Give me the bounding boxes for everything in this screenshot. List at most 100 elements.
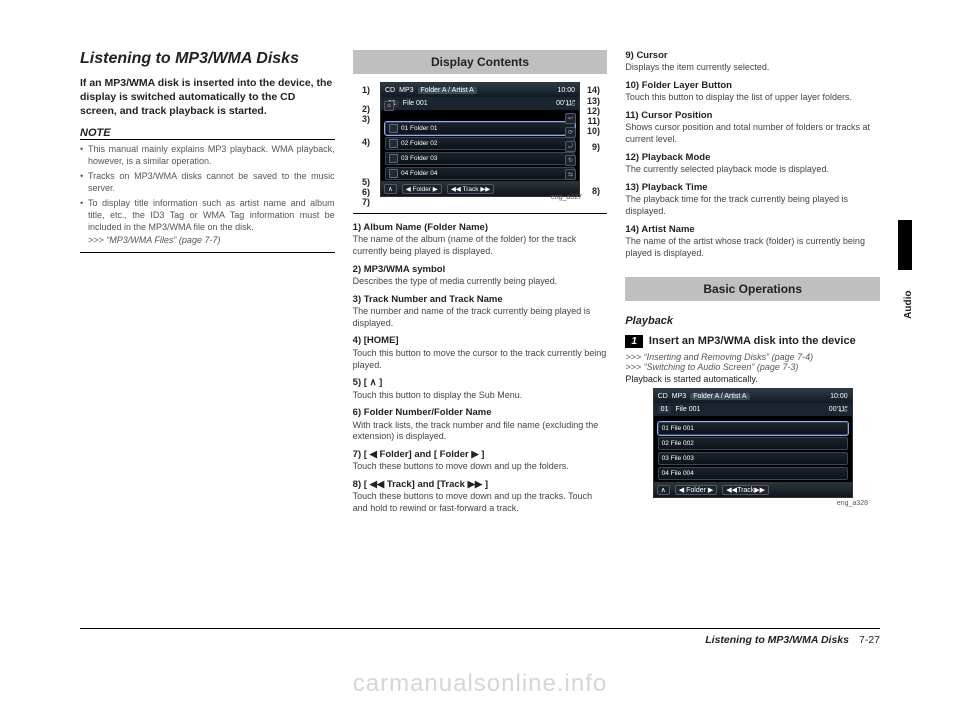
folder-nav-button[interactable]: ◀ Folder ▶ [675,485,718,495]
row-label: Folder 01 [410,125,437,132]
def-body: The number and name of the track current… [353,306,608,329]
submenu-button[interactable]: ∧ [657,485,670,495]
list-item[interactable]: 02 Folder 02 [385,137,575,150]
ref-link: >>> “Inserting and Removing Disks” (page… [625,352,880,362]
def-item: 1) Album Name (Folder Name)The name of t… [353,222,608,258]
def-num: 7) [353,449,361,460]
def-body: Touch these buttons to move down and up … [353,491,608,514]
def-item: 12) Playback ModeThe currently selected … [625,152,880,176]
step-text: Insert an MP3/WMA disk into the device [649,335,856,347]
track-number: 01 [658,406,672,413]
device-screen: CD MP3 Folder A / Artist A 10:00 01 File… [380,82,580,197]
def-num: 14) [625,224,639,235]
control-bar: ∧ ◀ Folder ▶ ◀◀Track▶▶ [654,482,852,497]
folder-nav-button[interactable]: ◀ Folder ▶ [402,184,442,194]
callout-right: 8) [592,186,600,196]
album-text: Folder A [693,393,719,400]
folder-icon [389,169,398,178]
list-item[interactable]: 04 File 004 [658,467,848,480]
track-nav-button[interactable]: ◀◀ Track ▶▶ [447,184,495,194]
def-num: 13) [625,182,639,193]
folder-icon [389,154,398,163]
list-item[interactable]: 02 File 002 [658,437,848,450]
def-item: 7) [ ◀ Folder] and [ Folder ▶ ]Touch the… [353,449,608,473]
note-label: NOTE [80,127,335,140]
callout-right: 10) [587,126,600,136]
folder-icon [389,139,398,148]
mode-button[interactable]: ⇆ [565,169,576,180]
note-ref: >>> “MP3/WMA Files” (page 7-7) [88,235,220,245]
callout-right: 12) [587,106,600,116]
column-3: 9) CursorDisplays the item currently sel… [625,50,880,650]
note-list: This manual mainly explains MP3 playback… [80,143,335,249]
def-body: The name of the artist whose track (fold… [625,236,880,259]
track-nav-button[interactable]: ◀◀Track▶▶ [722,485,769,495]
def-title: Folder Number/Folder Name [364,407,492,418]
def-title: [ ∧ ] [364,377,383,388]
artist-text: Artist A [724,393,746,400]
row-label: Folder 02 [410,140,437,147]
album-text: Folder A [421,87,447,94]
mp3-symbol: MP3 [399,87,413,94]
cursor-position: 1/5 [566,101,575,108]
note-item-text: To display title information such as art… [88,198,335,232]
mode-button[interactable]: ⟳ [565,127,576,138]
def-item: 3) Track Number and Track NameThe number… [353,294,608,330]
def-num: 3) [353,294,361,305]
def-num: 9) [625,50,633,61]
figure-caption: eng_a327 [551,194,582,201]
home-button[interactable]: ⌂ [384,101,394,111]
def-title: Cursor [636,50,667,61]
page-content: Listening to MP3/WMA Disks If an MP3/WMA… [80,50,880,650]
def-item: 11) Cursor PositionShows cursor position… [625,110,880,146]
column-1: Listening to MP3/WMA Disks If an MP3/WMA… [80,50,335,650]
def-title: Artist Name [641,224,694,235]
callout-right: 11) [587,116,600,126]
def-body: The currently selected playback mode is … [625,164,880,176]
mode-button[interactable]: ⤾ [565,141,576,152]
now-playing-bar: 01 File 001 00'11" [381,97,579,110]
list-item[interactable]: 04 Folder 04 [385,167,575,180]
footer-rule [80,628,880,629]
def-num: 5) [353,377,361,388]
def-item: 10) Folder Layer ButtonTouch this button… [625,80,880,104]
list-item[interactable]: 01 Folder 01 [385,122,575,135]
list-item[interactable]: 03 File 003 [658,452,848,465]
row-num: 01 [401,125,408,132]
callout-left: 7) [362,197,370,207]
def-body: Describes the type of media currently be… [353,276,608,288]
list-item[interactable]: 03 Folder 03 [385,152,575,165]
def-body: Shows cursor position and total number o… [625,122,880,145]
list-item[interactable]: 01 File 001 [658,422,848,435]
def-body: Touch this button to move the cursor to … [353,348,608,371]
row-num: 03 [662,455,669,462]
clock: 10:00 [557,87,575,94]
watermark: carmanualsonline.info [0,670,960,698]
section-bar-basic: Basic Operations [625,277,880,301]
def-body: Touch this button to display the list of… [625,92,880,104]
callout-left: 6) [362,187,370,197]
divider [80,252,335,253]
row-label: Folder 03 [410,155,437,162]
def-title: Playback Time [642,182,708,193]
mode-button[interactable]: ↻ [565,155,576,166]
folder-layer-button[interactable]: ↩ [565,113,576,124]
step-number: 1 [625,335,643,348]
side-buttons: ↩ ⟳ ⤾ ↻ ⇆ [565,113,576,180]
row-label: File 002 [671,440,694,447]
callout-right: 13) [587,96,600,106]
mp3-symbol: MP3 [672,393,686,400]
callout-left: 1) [362,85,370,95]
def-title: MP3/WMA symbol [364,264,445,275]
page-title: Listening to MP3/WMA Disks [80,50,335,68]
def-num: 10) [625,80,639,91]
callout-left: 5) [362,177,370,187]
cursor-position: 1/5 [839,407,848,414]
ref-link: >>> “Switching to Audio Screen” (page 7-… [625,362,880,372]
def-title: Cursor Position [641,110,712,121]
def-body: Touch this button to display the Sub Men… [353,390,608,402]
folder-list: 01 Folder 01 02 Folder 02 03 Folder 03 [381,120,579,180]
callout-right: 9) [592,142,600,152]
def-item: 13) Playback TimeThe playback time for t… [625,182,880,218]
submenu-button[interactable]: ∧ [384,184,397,194]
